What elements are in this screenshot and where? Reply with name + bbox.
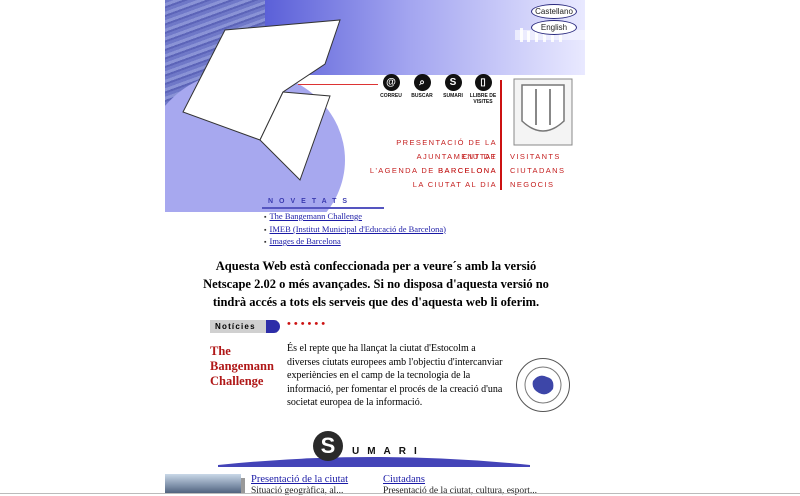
link-imeb[interactable]: IMEB (Institut Municipal d'Educació de B… <box>269 224 445 234</box>
summary-button[interactable]: S SUMARI <box>438 74 468 99</box>
guestbook-label: LLIBRE DE VISITES <box>469 93 497 105</box>
menu-item-ajuntament[interactable]: AJUNTAMENT DE BARCELONA <box>360 150 497 175</box>
section-menu: PRESENTACIÓ DE LA CIUTAT AJUNTAMENT DE B… <box>360 136 497 192</box>
mail-label: CORREU <box>380 93 402 99</box>
search-label: BUSCAR <box>411 93 433 99</box>
ciutadans-description: Presentació de la ciutat, cultura, espor… <box>383 486 538 496</box>
arrow-icon <box>266 320 280 333</box>
novetats-list: ▪ The Bangemann Challenge ▪ IMEB (Institut… <box>264 211 446 249</box>
city-thumbnail[interactable] <box>165 474 241 494</box>
menu-item-ciutat-al-dia[interactable]: LA CIUTAT AL DIA <box>360 178 497 192</box>
dots-decoration: •••••• <box>287 318 329 330</box>
english-button[interactable]: English <box>531 20 577 35</box>
link-presentacio-ciutat[interactable]: Presentació de la ciutat <box>251 474 348 485</box>
page: Castellano English @ CORREU ⌕ BUSCAR S S… <box>0 0 800 496</box>
mail-button[interactable]: @ CORREU <box>376 74 406 99</box>
presentacio-description: Situació geogràfica, al... <box>251 486 344 496</box>
novetats-heading: NOVETATS <box>268 198 354 205</box>
list-item: ▪ Images de Barcelona <box>264 236 446 249</box>
summary-label: SUMARI <box>443 93 463 99</box>
bangemann-seal-icon[interactable] <box>516 358 570 412</box>
menu-item-visitants[interactable]: VISITANTS <box>510 150 565 164</box>
menu-divider <box>500 80 502 190</box>
audience-menu: VISITANTS CIUTADANS NEGOCIS <box>510 150 565 192</box>
link-images[interactable]: Images de Barcelona <box>269 236 340 246</box>
list-item: ▪ IMEB (Institut Municipal d'Educació de … <box>264 224 446 237</box>
bullet-icon: ▪ <box>264 225 267 234</box>
castellano-button[interactable]: Castellano <box>531 4 577 19</box>
menu-item-presentacio[interactable]: PRESENTACIÓ DE LA CIUTAT <box>360 136 497 161</box>
mail-icon: @ <box>382 74 400 91</box>
menu-item-ciutadans[interactable]: CIUTADANS <box>510 164 565 178</box>
summary-icon: S <box>444 74 462 91</box>
news-title[interactable]: The Bangemann Challenge <box>210 344 290 389</box>
link-ciutadans[interactable]: Ciutadans <box>383 474 425 485</box>
menu-item-agenda[interactable]: L'AGENDA DE BARCELONA <box>360 164 497 178</box>
browser-notice: Aquesta Web està confeccionada per a veu… <box>203 259 549 309</box>
sumari-initial: S <box>313 431 343 461</box>
novetats-rule <box>262 207 384 209</box>
list-item: ▪ The Bangemann Challenge <box>264 211 446 224</box>
toolbar-divider <box>298 84 378 85</box>
link-bangemann[interactable]: The Bangemann Challenge <box>269 211 362 221</box>
news-body: És el repte que ha llançat la ciutat d'E… <box>287 343 503 408</box>
search-button[interactable]: ⌕ BUSCAR <box>407 74 437 99</box>
menu-item-negocis[interactable]: NEGOCIS <box>510 178 565 192</box>
guestbook-button[interactable]: ▯ LLIBRE DE VISITES <box>468 74 498 105</box>
thumbnail-shadow <box>241 478 245 494</box>
bullet-icon: ▪ <box>264 238 267 246</box>
search-icon: ⌕ <box>413 74 431 91</box>
guestbook-icon: ▯ <box>474 74 492 91</box>
bullet-icon: ▪ <box>264 213 267 221</box>
sumari-heading: UMARI <box>352 446 425 457</box>
city-emblem <box>513 78 573 146</box>
